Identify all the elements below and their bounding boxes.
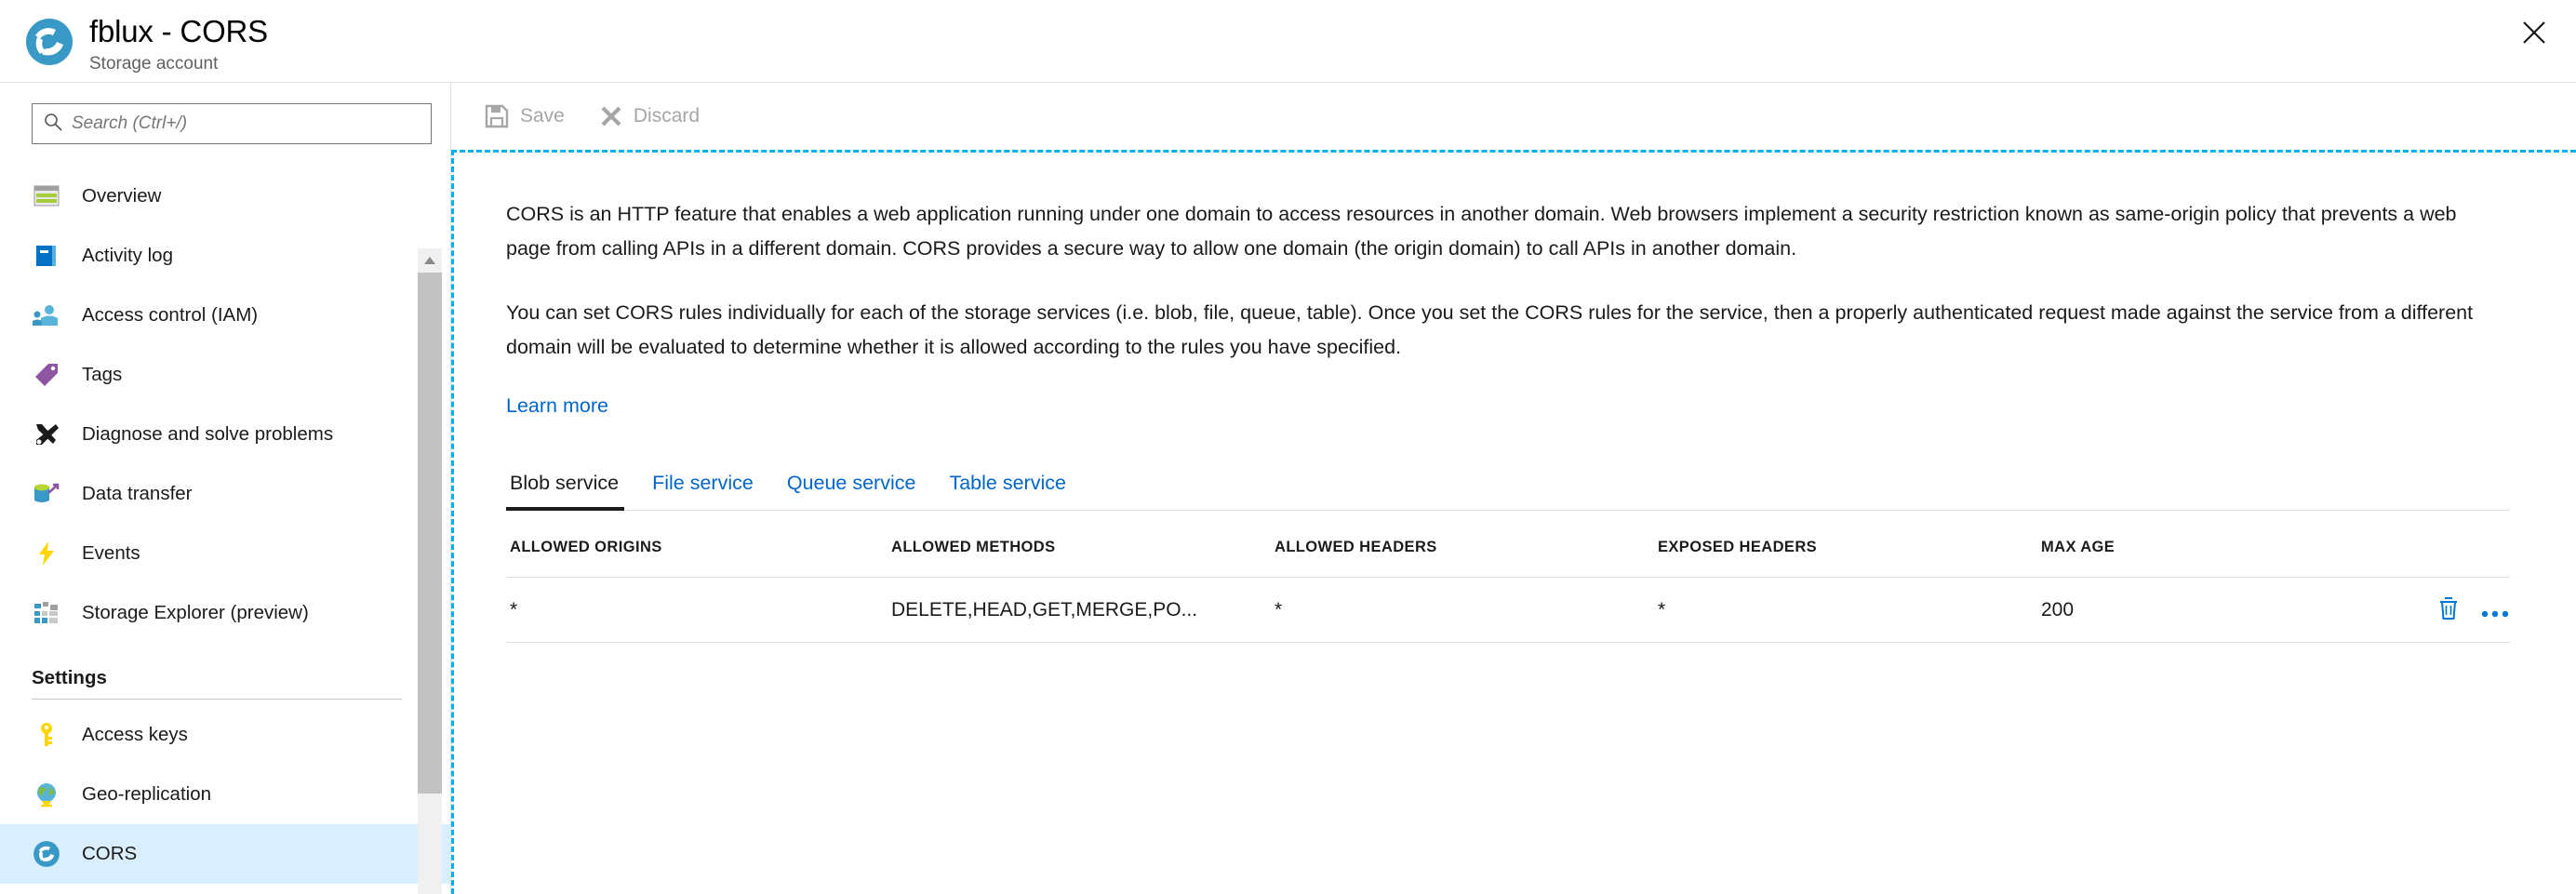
save-icon [485, 104, 509, 128]
sidebar-item-label: Data transfer [82, 483, 193, 504]
cell-allowed-headers: * [1271, 577, 1654, 643]
cors-blade: fblux - CORS Storage account Search (Ctr… [0, 0, 2576, 894]
table-header-row: ALLOWED ORIGINS ALLOWED METHODS ALLOWED … [506, 539, 2510, 578]
column-header-exposed-headers: EXPOSED HEADERS [1654, 539, 2037, 578]
row-more-options-button[interactable] [2465, 602, 2510, 619]
service-tabs: Blob service File service Queue service … [506, 472, 2510, 511]
sidebar-item-label: Geo-replication [82, 783, 212, 805]
sidebar-item-label: Activity log [82, 245, 173, 266]
cors-settings-pane: CORS is an HTTP feature that enables a w… [451, 150, 2576, 894]
storage-account-icon [24, 17, 74, 67]
globe-icon [32, 780, 61, 809]
sidebar-item-diagnose[interactable]: Diagnose and solve problems [0, 405, 450, 464]
discard-label: Discard [633, 105, 701, 127]
sidebar-item-label: Events [82, 542, 140, 564]
cell-allowed-methods: DELETE,HEAD,GET,MERGE,PO... [888, 577, 1271, 643]
events-icon [32, 539, 61, 568]
delete-rule-button[interactable] [2437, 596, 2460, 623]
tab-blob-service[interactable]: Blob service [506, 472, 635, 511]
sidebar-item-label: Access control (IAM) [82, 304, 259, 326]
activity-log-icon [32, 241, 61, 271]
cors-description-paragraph-1: CORS is an HTTP feature that enables a w… [506, 203, 2457, 260]
sidebar-item-label: Tags [82, 364, 123, 385]
close-icon [2522, 20, 2546, 45]
sidebar-settings-section: Settings [0, 643, 450, 699]
sidebar-item-access-control[interactable]: Access control (IAM) [0, 286, 450, 345]
data-transfer-icon [32, 479, 61, 509]
close-button[interactable] [2509, 7, 2559, 58]
sidebar-section-title: Settings [32, 667, 107, 688]
sidebar: Overview Activity log [0, 83, 466, 894]
sidebar-settings-list: Access keys Geo-replication CORS [0, 705, 450, 884]
page-title: fblux - CORS [89, 14, 268, 48]
sidebar-section-divider [32, 699, 402, 700]
search-input[interactable] [72, 113, 431, 134]
save-label: Save [520, 105, 565, 127]
scrollbar-thumb[interactable] [418, 273, 442, 794]
cors-icon [32, 839, 61, 869]
table-row[interactable]: * DELETE,HEAD,GET,MERGE,PO... * * 200 [506, 577, 2510, 643]
cell-max-age: 200 [2037, 577, 2382, 643]
scroll-up-arrow-icon[interactable] [418, 248, 442, 273]
blade-body: Overview Activity log [0, 83, 2576, 894]
sidebar-item-data-transfer[interactable]: Data transfer [0, 464, 450, 524]
tab-queue-service[interactable]: Queue service [770, 472, 933, 510]
sidebar-item-tags[interactable]: Tags [0, 345, 450, 405]
ellipsis-icon [2480, 602, 2510, 619]
access-control-icon [32, 300, 61, 330]
cors-description-paragraph-2: You can set CORS rules individually for … [506, 301, 2474, 358]
overview-icon [32, 181, 61, 211]
column-header-actions [2382, 539, 2510, 578]
cell-row-actions [2382, 577, 2510, 643]
search-box[interactable] [32, 103, 432, 144]
sidebar-nav-list: Overview Activity log Access control (IA… [0, 167, 450, 643]
page-subtitle: Storage account [89, 54, 219, 73]
sidebar-item-overview[interactable]: Overview [0, 167, 450, 226]
cell-allowed-origins: * [506, 577, 888, 643]
command-toolbar: Save Discard [451, 83, 2576, 150]
cell-exposed-headers: * [1654, 577, 2037, 643]
cors-rules-table: ALLOWED ORIGINS ALLOWED METHODS ALLOWED … [506, 539, 2510, 643]
column-header-max-age: MAX AGE [2037, 539, 2382, 578]
sidebar-item-label: Storage Explorer (preview) [82, 602, 309, 623]
blade-header: fblux - CORS Storage account [0, 0, 2576, 83]
tags-icon [32, 360, 61, 390]
column-header-allowed-headers: ALLOWED HEADERS [1271, 539, 1654, 578]
sidebar-item-label: Diagnose and solve problems [82, 423, 334, 445]
header-titles: fblux - CORS Storage account [89, 13, 268, 75]
trash-icon [2437, 596, 2460, 623]
sidebar-item-label: CORS [82, 843, 138, 864]
sidebar-item-label: Overview [82, 185, 162, 207]
search-icon [44, 113, 72, 136]
discard-icon [600, 105, 622, 127]
column-header-allowed-methods: ALLOWED METHODS [888, 539, 1271, 578]
sidebar-item-storage-explorer[interactable]: Storage Explorer (preview) [0, 583, 450, 643]
tab-table-service[interactable]: Table service [932, 472, 1082, 510]
sidebar-item-label: Access keys [82, 724, 188, 745]
content-pane: Save Discard CORS is an HTTP feature tha… [450, 83, 2576, 894]
key-icon [32, 720, 61, 750]
save-button[interactable]: Save [475, 92, 585, 140]
sidebar-search-row [0, 103, 450, 144]
sidebar-item-geo-replication[interactable]: Geo-replication [0, 765, 450, 824]
sidebar-item-access-keys[interactable]: Access keys [0, 705, 450, 765]
learn-more-link[interactable]: Learn more [506, 394, 608, 418]
storage-explorer-icon [32, 598, 61, 628]
sidebar-item-events[interactable]: Events [0, 524, 450, 583]
diagnose-icon [32, 420, 61, 449]
sidebar-scrollbar[interactable] [418, 248, 442, 894]
column-header-allowed-origins: ALLOWED ORIGINS [506, 539, 888, 578]
discard-button[interactable]: Discard [591, 92, 720, 140]
sidebar-item-activity-log[interactable]: Activity log [0, 226, 450, 286]
sidebar-item-cors[interactable]: CORS [0, 824, 450, 884]
tab-file-service[interactable]: File service [635, 472, 770, 510]
